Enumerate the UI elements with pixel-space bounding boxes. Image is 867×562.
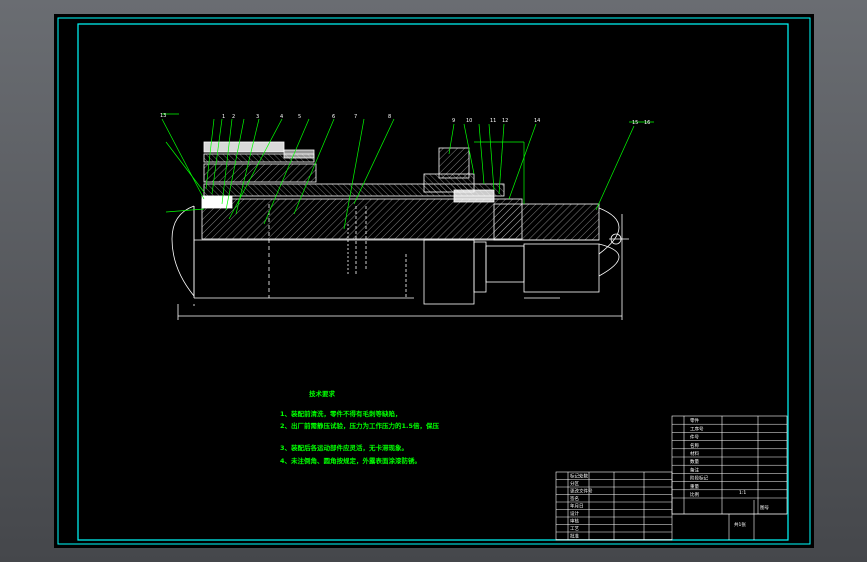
sheet-count: 共1张 (734, 521, 746, 528)
parts-list-cell: 零件 (690, 417, 699, 424)
balloon: 15 (632, 120, 638, 126)
revision-cell: 批准 (570, 533, 579, 540)
balloon: 7 (354, 114, 357, 120)
balloon: 6 (332, 114, 335, 120)
balloon: 5 (298, 114, 301, 120)
balloon: 3 (256, 114, 259, 120)
balloon: 14 (534, 118, 540, 124)
parts-list-cell: 工序号 (690, 425, 704, 432)
revision-cell: 工艺 (570, 526, 579, 532)
note-item: 2、出厂前需静压试验，压力为工作压力的1.5倍，保压 (280, 421, 440, 430)
parts-list-cell: 数量 (690, 458, 699, 465)
technical-notes: 技术要求 1、装配前清洗，零件不得有毛刺等缺陷， 2、出厂前需静压试验，压力为工… (280, 389, 440, 465)
balloon: 11 (490, 118, 496, 124)
parts-list-cell: 比例 (690, 491, 699, 498)
balloon: 13 (160, 113, 166, 119)
assembly-view (171, 141, 629, 320)
balloon-labels: 13 1 2 3 4 5 6 7 8 9 10 11 12 14 15 16 (160, 113, 650, 126)
title-block (555, 415, 788, 541)
revision-cell: 年月日 (570, 503, 584, 510)
balloon: 16 (644, 120, 650, 126)
balloon: 4 (280, 114, 283, 120)
notes-title: 技术要求 (309, 389, 336, 398)
revision-cell: 签名 (570, 495, 579, 502)
parts-list-cell: 件号 (690, 434, 699, 441)
revision-cell: 更改文件号 (570, 488, 593, 495)
revision-cell: 分区 (570, 480, 579, 487)
parts-list-cell: 重量 (690, 483, 699, 490)
note-item: 4、未注倒角、圆角按规定，外露表面涂漆防锈。 (280, 456, 421, 465)
revision-cell: 审核 (570, 518, 579, 525)
note-item: 1、装配前清洗，零件不得有毛刺等缺陷， (280, 409, 402, 418)
revision-cell: 设计 (570, 510, 579, 517)
title-block-text: 1:1 共1张 图号 (734, 490, 769, 528)
balloon: 9 (452, 118, 455, 124)
balloon: 12 (502, 118, 508, 124)
balloon: 1 (222, 114, 225, 120)
parts-list-rows: 零件工序号件号名称材料数量备注阶段标记重量比例 (672, 417, 787, 499)
parts-list-cell: 阶段标记 (690, 475, 708, 482)
parts-list-cell: 材料 (690, 450, 699, 457)
cad-drawing: 13 1 2 3 4 5 6 7 8 9 10 11 12 14 15 16 技… (57, 17, 811, 545)
note-item: 3、装配后各运动部件应灵活，无卡滞现象。 (280, 443, 408, 452)
parts-list-cell: 名称 (690, 442, 699, 449)
scale-value: 1:1 (739, 490, 746, 496)
balloon: 10 (466, 118, 472, 124)
drawing-canvas[interactable]: 13 1 2 3 4 5 6 7 8 9 10 11 12 14 15 16 技… (54, 14, 814, 548)
balloon: 8 (388, 114, 391, 120)
drawing-code: 图号 (760, 505, 769, 511)
balloon: 2 (232, 114, 235, 120)
parts-list-cell: 备注 (690, 466, 699, 473)
revision-cell: 标记处数 (570, 473, 588, 480)
